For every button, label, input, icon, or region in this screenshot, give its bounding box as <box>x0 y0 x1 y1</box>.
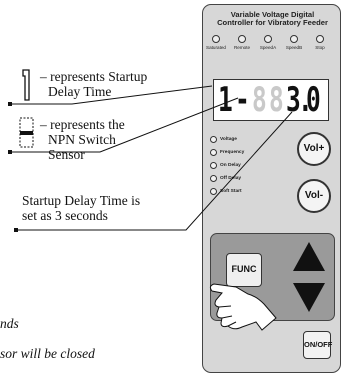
func-button[interactable]: FUNC <box>226 253 262 287</box>
display-digit-2: - <box>235 80 250 120</box>
status-led-off-delay: Off Delay <box>210 173 241 184</box>
led-stop-icon <box>316 35 324 43</box>
controller-panel: Variable Voltage Digital Controller for … <box>202 4 341 373</box>
legend-item-delay: Startup Delay Time is set as 3 seconds <box>22 193 140 223</box>
display-digit-3: 8 <box>252 80 267 120</box>
status-led-on-delay: On Delay <box>210 160 241 171</box>
led-speeda-label: SpeedA <box>259 45 277 50</box>
status-led-frequency: Frequency <box>210 147 244 158</box>
seven-seg-dash-icon <box>19 117 34 148</box>
legend-startup-line1: – represents Startup <box>40 69 148 84</box>
led-stop-label: Stop <box>315 45 325 50</box>
legend-npn-line1: – represents the <box>40 117 125 132</box>
led-saturated: Saturated <box>204 35 228 50</box>
legend-glyph-startup <box>20 68 34 102</box>
status-on-delay-icon <box>210 162 217 169</box>
seven-segment-display: 1 - 8 8 3 . 0 <box>213 79 329 121</box>
legend-glyph-npn <box>18 116 36 150</box>
status-off-delay-icon <box>210 175 217 182</box>
controller-title-line2: Controller for Vibratory Feeder <box>217 18 328 27</box>
status-led-soft-start: Soft Start <box>210 186 242 197</box>
led-saturated-label: Saturated <box>206 45 226 50</box>
led-speedb: SpeedB <box>282 35 306 50</box>
status-soft-start-icon <box>210 188 217 195</box>
status-frequency-label: Frequency <box>220 150 245 155</box>
led-saturated-icon <box>212 35 220 43</box>
led-speeda-icon <box>264 35 272 43</box>
legend-npn-line3: Sensor <box>48 147 85 162</box>
cut-text-line1: nds <box>0 316 19 331</box>
vol-up-button[interactable]: Vol+ <box>297 132 331 166</box>
status-voltage-label: Voltage <box>220 137 237 142</box>
status-frequency-icon <box>210 149 217 156</box>
vol-down-button[interactable]: Vol- <box>297 179 331 213</box>
display-digit-4: 8 <box>269 80 284 120</box>
led-speedb-icon <box>290 35 298 43</box>
up-arrow-icon[interactable] <box>293 242 325 271</box>
legend-startup-line2: Delay Time <box>48 84 112 99</box>
status-off-delay-label: Off Delay <box>220 176 242 181</box>
display-digit-6: 0 <box>306 80 321 120</box>
status-led-voltage: Voltage <box>210 134 237 145</box>
led-speedb-label: SpeedB <box>285 45 303 50</box>
led-remote: Remote <box>230 35 254 50</box>
seven-seg-one-icon <box>22 69 30 101</box>
led-speeda: SpeedA <box>256 35 280 50</box>
status-on-delay-label: On Delay <box>220 163 241 168</box>
led-remote-label: Remote <box>233 45 251 50</box>
status-soft-start-label: Soft Start <box>220 189 242 194</box>
legend-item-startup: – represents Startup Delay Time <box>40 69 147 99</box>
cut-text-line2: sor will be closed <box>0 346 95 361</box>
onoff-button[interactable]: ON/OFF <box>303 331 332 359</box>
down-arrow-icon[interactable] <box>293 283 325 312</box>
display-digit-1: 1 <box>218 80 233 120</box>
status-voltage-icon <box>210 136 217 143</box>
led-remote-icon <box>238 35 246 43</box>
legend-npn-line2: NPN Switch <box>48 132 116 147</box>
legend-delay-line2: set as 3 seconds <box>22 208 108 223</box>
led-stop: Stop <box>308 35 332 50</box>
legend-item-npn: – represents the NPN Switch Sensor <box>40 117 125 162</box>
arrow-keys <box>293 242 325 312</box>
legend-delay-line1: Startup Delay Time is <box>22 193 141 208</box>
